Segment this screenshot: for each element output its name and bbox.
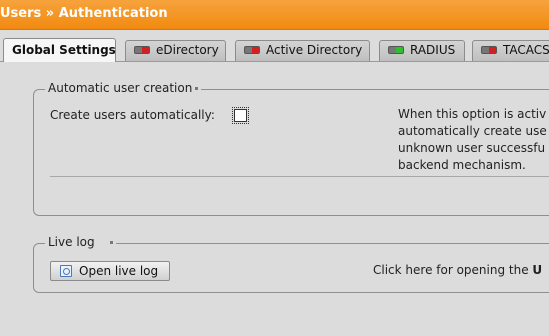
breadcrumb-page: Authentication (58, 6, 168, 21)
legend-dot-icon (195, 87, 199, 90)
automatic-user-creation-legend: Automatic user creation (48, 81, 193, 95)
create-users-label: Create users automatically: (50, 108, 215, 122)
legend-dot-icon (110, 241, 114, 244)
live-log-description-text: Click here for opening the (373, 263, 533, 277)
breadcrumb: Users » Authentication (0, 6, 168, 21)
description-line: automatically create use (398, 124, 547, 138)
open-live-log-label: Open live log (79, 264, 159, 278)
breadcrumb-section: Users (0, 6, 42, 21)
tab-edirectory[interactable]: eDirectory (125, 40, 226, 61)
tab-label: RADIUS (410, 43, 456, 57)
open-live-log-button[interactable]: Open live log (50, 261, 170, 281)
divider (50, 176, 549, 177)
status-red-icon (481, 45, 497, 54)
tab-label: Global Settings (12, 43, 116, 57)
tab-label: TACACS (503, 43, 549, 57)
create-users-checkbox[interactable] (232, 107, 249, 124)
group-legend: Live log (45, 235, 117, 249)
tab-radius[interactable]: RADIUS (379, 40, 465, 61)
tab-label: Active Directory (266, 43, 363, 57)
description-line: When this option is activ (398, 107, 547, 121)
status-red-icon (134, 45, 150, 54)
title-bar: Users » Authentication (0, 0, 549, 30)
create-users-description: When this option is activ automatically … (398, 106, 547, 174)
live-log-description: Click here for opening the U (373, 262, 542, 279)
magnifier-icon (60, 265, 72, 277)
tab-label: eDirectory (156, 43, 219, 57)
breadcrumb-separator: » (45, 6, 55, 21)
status-red-icon (244, 45, 260, 54)
status-green-icon (388, 45, 404, 54)
live-log-description-bold: U (532, 263, 543, 277)
tab-global-settings[interactable]: Global Settings (3, 38, 116, 62)
tab-tacacs[interactable]: TACACS (472, 40, 549, 61)
tab-active-directory[interactable]: Active Directory (235, 40, 370, 61)
description-line: unknown user successfu (398, 141, 546, 155)
description-line: backend mechanism. (398, 158, 526, 172)
live-log-legend: Live log (48, 235, 95, 249)
group-legend: Automatic user creation (45, 81, 202, 95)
